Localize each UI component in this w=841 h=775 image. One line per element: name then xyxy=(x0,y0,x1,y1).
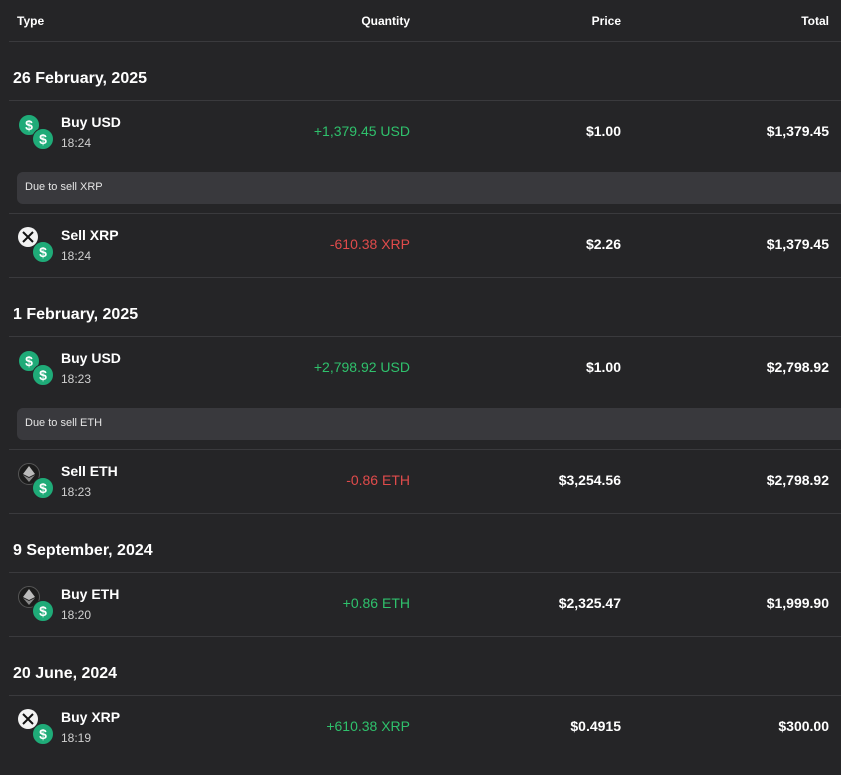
transaction-title: Sell ETH xyxy=(61,463,118,479)
transaction-time: 18:20 xyxy=(61,608,92,622)
date-heading: 26 February, 2025 xyxy=(13,70,148,87)
usd-icon: $ xyxy=(32,364,54,386)
header-quantity[interactable]: Quantity xyxy=(361,14,410,28)
transaction-title: Buy XRP xyxy=(61,709,121,725)
transaction-note: Due to sell ETH xyxy=(17,408,841,440)
transaction-price: $1.00 xyxy=(585,123,621,139)
transaction-quantity: +2,798.92 USD xyxy=(313,359,410,375)
transaction-price: $3,254.56 xyxy=(558,472,621,488)
header-price[interactable]: Price xyxy=(592,14,621,28)
transaction-row[interactable]: $ Buy ETH 18:20 +0.86 ETH $2,325.47 $1,9… xyxy=(0,572,841,636)
divider xyxy=(9,41,841,42)
date-heading: 1 February, 2025 xyxy=(13,306,139,323)
transaction-total: $2,798.92 xyxy=(766,472,829,488)
asset-icon-pair: $ xyxy=(18,709,54,745)
transaction-price: $2.26 xyxy=(585,236,621,252)
usd-icon: $ xyxy=(32,128,54,150)
transaction-row[interactable]: $ Buy XRP 18:19 +610.38 XRP $0.4915 $300… xyxy=(0,695,841,759)
transaction-quantity: +610.38 XRP xyxy=(326,718,410,734)
transaction-total: $1,379.45 xyxy=(766,123,829,139)
transaction-quantity: +0.86 ETH xyxy=(342,595,410,611)
asset-icon-pair: $ xyxy=(18,463,54,499)
divider xyxy=(9,636,841,637)
usd-icon: $ xyxy=(32,600,54,622)
transaction-total: $1,379.45 xyxy=(766,236,829,252)
transaction-quantity: -0.86 ETH xyxy=(346,472,410,488)
transaction-total: $1,999.90 xyxy=(766,595,829,611)
transaction-price: $0.4915 xyxy=(570,718,621,734)
transaction-time: 18:23 xyxy=(61,372,92,386)
transaction-time: 18:23 xyxy=(61,485,92,499)
asset-icon-pair: $ xyxy=(18,227,54,263)
divider xyxy=(9,277,841,278)
note-text: Due to sell ETH xyxy=(25,417,103,429)
transaction-title: Buy ETH xyxy=(61,586,120,602)
transaction-note: Due to sell XRP xyxy=(17,172,841,204)
transaction-price: $1.00 xyxy=(585,359,621,375)
transaction-row[interactable]: $ $ Buy USD 18:24 +1,379.45 USD $1.00 $1… xyxy=(0,100,841,164)
asset-icon-pair: $ $ xyxy=(18,350,54,386)
transaction-quantity: -610.38 XRP xyxy=(329,236,410,252)
transaction-time: 18:24 xyxy=(61,136,92,150)
transaction-title: Sell XRP xyxy=(61,227,119,243)
transaction-time: 18:24 xyxy=(61,249,92,263)
asset-icon-pair: $ xyxy=(18,586,54,622)
usd-icon: $ xyxy=(32,241,54,263)
transaction-total: $2,798.92 xyxy=(766,359,829,375)
transaction-row[interactable]: $ Sell ETH 18:23 -0.86 ETH $3,254.56 $2,… xyxy=(0,449,841,513)
transaction-row[interactable]: $ $ Buy USD 18:23 +2,798.92 USD $1.00 $2… xyxy=(0,336,841,400)
transaction-total: $300.00 xyxy=(778,718,829,734)
transaction-title: Buy USD xyxy=(61,350,121,366)
header-total[interactable]: Total xyxy=(801,14,829,28)
date-heading: 9 September, 2024 xyxy=(13,542,153,559)
usd-icon: $ xyxy=(32,723,54,745)
usd-icon: $ xyxy=(32,477,54,499)
date-heading: 20 June, 2024 xyxy=(13,665,118,682)
transaction-row[interactable]: $ Sell XRP 18:24 -610.38 XRP $2.26 $1,37… xyxy=(0,213,841,277)
transaction-title: Buy USD xyxy=(61,114,121,130)
table-header: Type Quantity Price Total xyxy=(0,0,841,41)
asset-icon-pair: $ $ xyxy=(18,114,54,150)
transaction-time: 18:19 xyxy=(61,731,92,745)
note-text: Due to sell XRP xyxy=(25,181,103,193)
divider xyxy=(9,513,841,514)
transaction-quantity: +1,379.45 USD xyxy=(313,123,410,139)
header-type[interactable]: Type xyxy=(17,14,44,28)
transaction-price: $2,325.47 xyxy=(558,595,621,611)
